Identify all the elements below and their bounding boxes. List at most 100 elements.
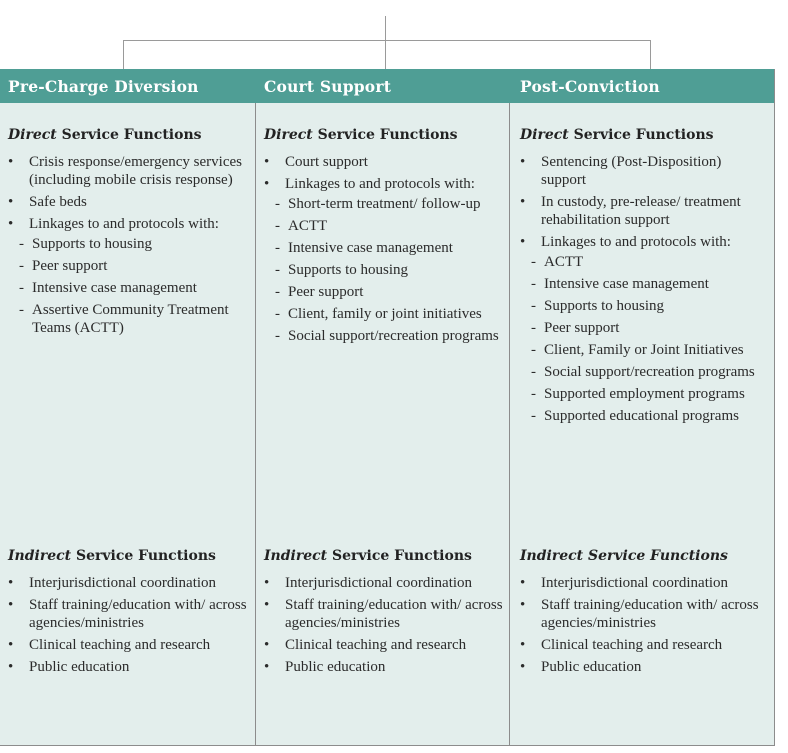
list-item: • Public education — [8, 658, 251, 676]
column-title-post-conviction: Post-Conviction — [520, 77, 660, 96]
sub-list-item-text: Client, Family or Joint Initiatives — [544, 342, 744, 358]
sub-list-item: - Supports to housing — [531, 297, 770, 315]
list-item: • Public education — [520, 658, 770, 676]
dash-icon: - — [19, 258, 24, 274]
sub-list-item: - Supported employment programs — [531, 385, 770, 403]
service-functions-table: Pre-Charge Diversion Court Support Post-… — [0, 69, 775, 746]
column-pre-charge: Direct Service Functions • Crisis response… — [0, 103, 255, 745]
dash-icon: - — [531, 408, 536, 424]
list-item-text: Public education — [29, 659, 130, 675]
connector-horizontal — [123, 40, 651, 41]
list-item-text: Staff training/education with/ across ag… — [285, 597, 503, 631]
sub-list-item-text: ACTT — [288, 218, 328, 234]
sub-list-item: - Client, family or joint initiatives — [275, 305, 505, 323]
sub-list-item-text: Assertive Community Treatment Teams (ACT… — [32, 302, 229, 336]
indirect-functions-list: • Interjurisdictional coordination • Staff … — [264, 574, 505, 680]
bullet-icon: • — [8, 154, 14, 170]
column-title-court-support: Court Support — [264, 77, 392, 96]
dash-icon: - — [275, 328, 280, 344]
sub-list-item-text: ACTT — [544, 254, 584, 270]
list-item-text: Interjurisdictional coordination — [285, 575, 473, 591]
list-item-text: Clinical teaching and research — [541, 637, 723, 653]
sub-list-item: - Social support/recreation programs — [531, 363, 770, 381]
heading-text: Service Functions — [568, 127, 714, 143]
sub-list-item: - Intensive case management — [531, 275, 770, 293]
bullet-icon: • — [520, 194, 526, 210]
sub-list-item-text: Supports to housing — [32, 236, 153, 252]
heading-emphasis: Direct — [8, 127, 57, 143]
bullet-icon: • — [8, 194, 14, 210]
bullet-icon: • — [8, 216, 14, 232]
sub-list-item: - Social support/recreation programs — [275, 327, 505, 345]
bullet-icon: • — [520, 575, 526, 591]
direct-service-functions-heading: Direct Service Functions — [264, 127, 458, 143]
column-post-conviction: Direct Service Functions • Sentencing (Pos… — [510, 103, 774, 745]
heading-emphasis: Direct — [520, 127, 569, 143]
column-title-pre-charge: Pre-Charge Diversion — [8, 77, 199, 96]
sub-list-item-text: Intensive case management — [288, 240, 453, 256]
sub-list-item: - Client, Family or Joint Initiatives — [531, 341, 770, 359]
bullet-icon: • — [8, 637, 14, 653]
list-item-text: Clinical teaching and research — [29, 637, 211, 653]
connector-trunk — [385, 16, 386, 69]
sub-list-item-text: Peer support — [544, 320, 620, 336]
connector-right-drop — [650, 40, 651, 69]
heading-text: Service Functions — [312, 127, 458, 143]
bullet-icon: • — [520, 659, 526, 675]
bullet-icon: • — [264, 659, 270, 675]
dash-icon: - — [275, 218, 280, 234]
direct-service-functions-heading: Direct Service Functions — [520, 127, 714, 143]
sub-list-item-text: Intensive case management — [32, 280, 197, 296]
bullet-icon: • — [264, 154, 270, 170]
sub-list-item-text: Supported employment programs — [544, 386, 745, 402]
dash-icon: - — [531, 342, 536, 358]
sub-list-item-text: Supported educational programs — [544, 408, 739, 424]
list-item-text: Staff training/education with/ across ag… — [541, 597, 759, 631]
sub-list-item: - Peer support — [19, 257, 251, 275]
list-item-text: Interjurisdictional coordination — [541, 575, 729, 591]
dash-icon: - — [531, 298, 536, 314]
indirect-functions-list: • Interjurisdictional coordination • Staff … — [8, 574, 251, 680]
direct-functions-list: • Sentencing (Post-Disposition) support • I… — [520, 153, 770, 429]
heading-emphasis: Indirect — [8, 548, 72, 564]
bullet-icon: • — [8, 659, 14, 675]
sub-list-item: - Short-term treatment/ follow-up — [275, 195, 505, 213]
dash-icon: - — [531, 276, 536, 292]
sub-list-item: - Peer support — [275, 283, 505, 301]
sub-list-item-text: Client, family or joint initiatives — [288, 306, 482, 322]
sub-list-item: - Intensive case management — [19, 279, 251, 297]
list-item: • Crisis response/emergency services (inc… — [8, 153, 251, 189]
list-item-text: Interjurisdictional coordination — [29, 575, 217, 591]
dash-icon: - — [531, 320, 536, 336]
list-item-text: Court support — [285, 154, 368, 170]
column-court-support: Direct Service Functions • Court support • L… — [256, 103, 509, 745]
list-item-text: Sentencing (Post-Disposition) support — [541, 154, 722, 188]
heading-emphasis: Indirect — [264, 548, 328, 564]
dash-icon: - — [275, 196, 280, 212]
heading-emphasis: Direct — [264, 127, 313, 143]
indirect-functions-list: • Interjurisdictional coordination • Staff … — [520, 574, 770, 680]
list-item: • Clinical teaching and research — [264, 636, 505, 654]
indirect-service-functions-heading: Indirect Service Functions — [264, 548, 472, 564]
bullet-icon: • — [520, 154, 526, 170]
bullet-icon: • — [264, 597, 270, 613]
sub-list-item: - ACTT — [531, 253, 770, 271]
dash-icon: - — [19, 302, 24, 318]
indirect-service-functions-heading: Indirect Service Functions — [8, 548, 216, 564]
sub-list-item: - ACTT — [275, 217, 505, 235]
sub-list-item: - Assertive Community Treatment Teams (AC… — [19, 301, 251, 337]
heading-text: Service Functions — [56, 127, 202, 143]
dash-icon: - — [275, 284, 280, 300]
heading-emphasis: Indirect Service Functions — [520, 548, 728, 564]
sub-list-item-text: Short-term treatment/ follow-up — [288, 196, 481, 212]
bullet-icon: • — [520, 637, 526, 653]
list-item-text: Public education — [541, 659, 642, 675]
list-item: • In custody, pre-release/ treatment reha… — [520, 193, 770, 229]
sub-list-item-text: Social support/recreation programs — [288, 328, 499, 344]
bullet-icon: • — [264, 575, 270, 591]
heading-text: Service Functions — [71, 548, 216, 564]
list-item-text: Linkages to and protocols with: — [29, 216, 219, 232]
sub-list-item: - Supported educational programs — [531, 407, 770, 425]
list-item: • Clinical teaching and research — [520, 636, 770, 654]
sub-list-item-text: Peer support — [288, 284, 364, 300]
